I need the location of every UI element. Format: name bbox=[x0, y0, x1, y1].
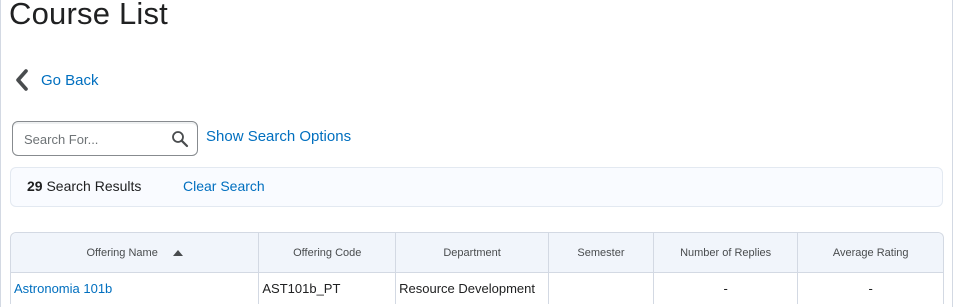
table-header-row: Offering Name Offering Code Department S… bbox=[11, 233, 943, 273]
column-header-label: Number of Replies bbox=[680, 246, 772, 259]
column-header-label: Offering Name bbox=[86, 246, 158, 259]
results-count-number: 29 bbox=[27, 178, 43, 194]
column-header-label: Average Rating bbox=[832, 246, 909, 259]
search-input[interactable] bbox=[24, 130, 164, 148]
cell-semester bbox=[549, 273, 654, 304]
cell-average-rating: - bbox=[868, 281, 873, 296]
search-results-count: 29 Search Results bbox=[27, 178, 141, 194]
course-table: Offering Name Offering Code Department S… bbox=[10, 232, 944, 304]
offering-name-link[interactable]: Astronomia 101b bbox=[14, 281, 112, 296]
page-title: Course List bbox=[9, 0, 168, 31]
cell-offering-name: Astronomia 101b bbox=[11, 273, 260, 304]
column-header-offering-name[interactable]: Offering Name bbox=[11, 233, 260, 273]
sort-ascending-icon bbox=[172, 249, 183, 256]
cell-offering-code: AST101b_PT bbox=[259, 273, 397, 304]
column-header-offering-code[interactable]: Offering Code bbox=[259, 233, 397, 273]
go-back-label: Go Back bbox=[41, 71, 99, 89]
column-header-department[interactable]: Department bbox=[396, 233, 550, 273]
column-header-label: Semester bbox=[577, 246, 625, 259]
chevron-left-icon bbox=[16, 69, 28, 91]
search-icon[interactable] bbox=[171, 130, 189, 148]
go-back-link[interactable]: Go Back bbox=[15, 68, 99, 92]
results-count-suffix: Search Results bbox=[42, 178, 142, 194]
column-header-semester[interactable]: Semester bbox=[549, 233, 654, 273]
table-row: Astronomia 101b AST101b_PT Resource Deve… bbox=[11, 273, 943, 304]
search-results-bar: 29 Search Results Clear Search bbox=[10, 167, 943, 207]
cell-number-of-replies: - bbox=[654, 273, 799, 304]
column-header-number-of-replies[interactable]: Number of Replies bbox=[653, 233, 799, 273]
cell-department: Resource Development bbox=[396, 273, 550, 304]
column-header-label: Department bbox=[443, 246, 501, 259]
show-search-options-link[interactable]: Show Search Options bbox=[206, 128, 351, 145]
clear-search-link[interactable]: Clear Search bbox=[183, 178, 265, 194]
search-box bbox=[12, 121, 198, 156]
column-header-average-rating[interactable]: Average Rating bbox=[798, 233, 943, 273]
column-header-label: Offering Code bbox=[293, 246, 362, 259]
